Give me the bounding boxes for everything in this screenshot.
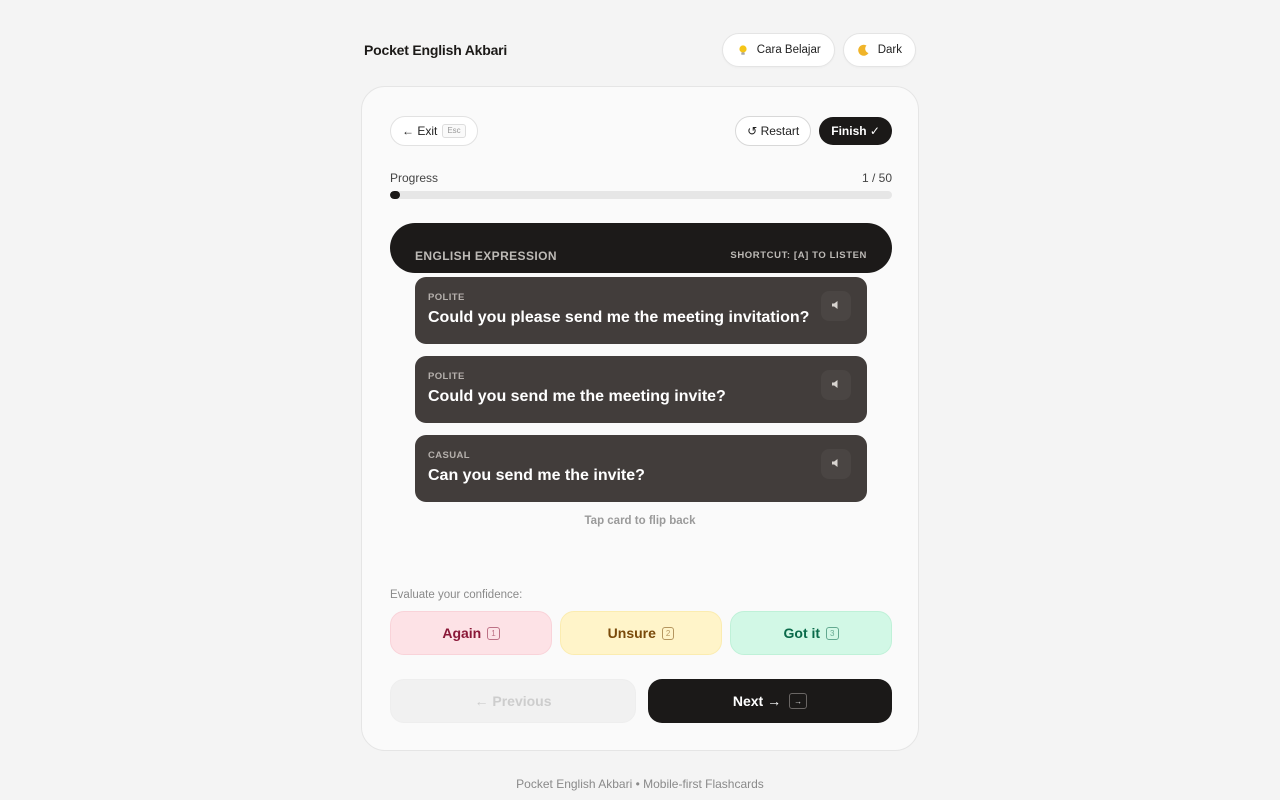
confidence-buttons: Again 1 Unsure 2 Got it 3 (390, 611, 892, 655)
restart-label: ↺ Restart (747, 124, 800, 138)
previous-label: ← Previous (474, 693, 552, 709)
app-title: Pocket English Akbari (364, 42, 508, 58)
lightbulb-icon (736, 43, 750, 57)
progress-label: Progress (390, 171, 439, 185)
expression-card[interactable]: POLITE Could you send me the meeting inv… (415, 356, 867, 423)
next-label: Next → (732, 693, 782, 709)
unsure-shortcut-key: 2 (661, 626, 675, 640)
next-button[interactable]: Next → → (648, 679, 892, 723)
expression-text: Could you send me the meeting invite? (428, 388, 726, 405)
expression-card[interactable]: CASUAL Can you send me the invite? (415, 435, 867, 502)
listen-shortcut-hint: SHORTCUT: [A] TO LISTEN (730, 250, 867, 261)
app: Pocket English Akbari Cara Belajar Dark (0, 0, 1280, 800)
how-to-learn-button[interactable]: Cara Belajar (721, 33, 835, 67)
unsure-button[interactable]: Unsure 2 (560, 611, 722, 655)
exit-shortcut-key: Esc (442, 124, 466, 138)
speaker-icon (831, 297, 841, 315)
header: Pocket English Akbari Cara Belajar Dark (364, 32, 916, 68)
footer: Pocket English Akbari • Mobile-first Fla… (516, 777, 764, 791)
expression-card[interactable]: POLITE Could you please send me the meet… (415, 277, 867, 344)
speaker-button[interactable] (821, 370, 851, 400)
header-actions: Cara Belajar Dark (721, 33, 916, 67)
speaker-icon (831, 376, 841, 394)
card-navigation: ← Previous Next → → (390, 679, 892, 723)
moon-icon (857, 43, 871, 57)
expression-tone-tag: CASUAL (428, 450, 470, 461)
exit-button[interactable]: ← Exit Esc (390, 116, 478, 146)
expression-text: Could you please send me the meeting inv… (428, 309, 810, 326)
finish-label: Finish ✓ (831, 124, 880, 138)
how-to-learn-label: Cara Belajar (756, 44, 821, 56)
flashcard-header[interactable]: ENGLISH EXPRESSION SHORTCUT: [A] TO LIST… (390, 223, 892, 273)
card-type-label: ENGLISH EXPRESSION (415, 249, 557, 263)
expression-text: Can you send me the invite? (428, 467, 645, 484)
dark-mode-button[interactable]: Dark (842, 33, 916, 67)
restart-button[interactable]: ↺ Restart (735, 116, 812, 146)
again-label: Again (442, 625, 482, 641)
flip-hint: Tap card to flip back (584, 515, 696, 527)
got-it-shortcut-key: 3 (826, 626, 839, 640)
finish-button[interactable]: Finish ✓ (819, 117, 892, 145)
exit-label: ← Exit (402, 124, 438, 138)
expression-tone-tag: POLITE (428, 292, 465, 303)
got-it-button[interactable]: Got it 3 (730, 611, 892, 655)
got-it-label: Got it (783, 625, 821, 641)
again-shortcut-key: 1 (487, 626, 500, 640)
speaker-button[interactable] (821, 449, 851, 479)
progress-fill (390, 191, 401, 199)
again-button[interactable]: Again 1 (390, 611, 552, 655)
progress-header: Progress 1 / 50 (390, 171, 892, 185)
next-shortcut-key: → (789, 693, 808, 709)
expression-tone-tag: POLITE (428, 371, 465, 382)
previous-button[interactable]: ← Previous (390, 679, 636, 723)
speaker-icon (831, 455, 841, 473)
session-actions: ↺ Restart Finish ✓ (735, 116, 892, 146)
unsure-label: Unsure (607, 625, 656, 641)
progress-count: 1 / 50 (861, 171, 892, 185)
dark-mode-label: Dark (877, 44, 902, 56)
study-panel: ← Exit Esc ↺ Restart Finish ✓ Progress 1… (361, 86, 919, 751)
speaker-button[interactable] (821, 291, 851, 321)
study-toolbar: ← Exit Esc ↺ Restart Finish ✓ (390, 116, 892, 146)
progress-bar (390, 191, 892, 199)
evaluate-label: Evaluate your confidence: (390, 589, 523, 601)
